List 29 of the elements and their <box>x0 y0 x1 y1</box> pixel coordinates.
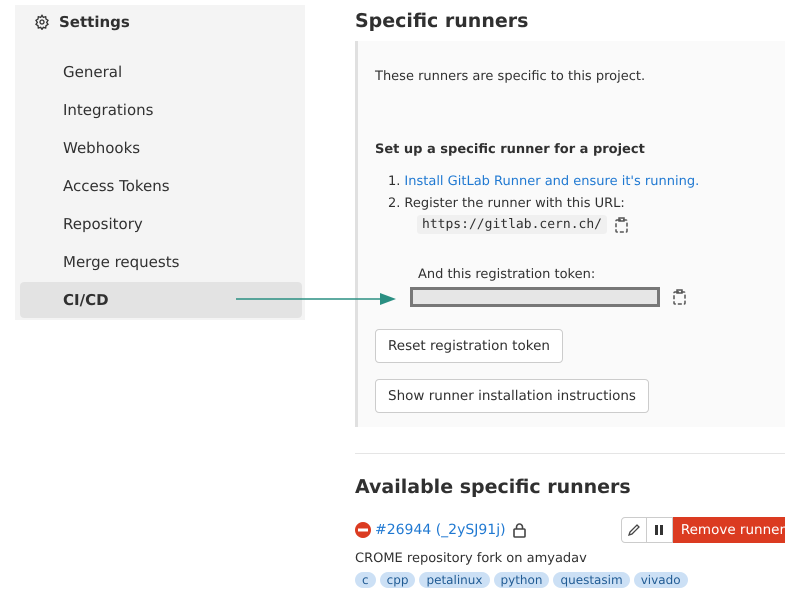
step-number: 1. <box>388 173 400 191</box>
sidebar-item[interactable]: General <box>20 54 302 90</box>
runner-link[interactable]: #26944 (_2ySJ91j) <box>375 522 506 538</box>
runner-tag: python <box>494 572 550 588</box>
section-title: Available specific runners <box>355 476 632 498</box>
sidebar-item[interactable]: Access Tokens <box>20 168 302 204</box>
step-number: 2. <box>388 195 400 213</box>
section-title: Specific runners <box>355 10 530 32</box>
action-button[interactable]: Reset registration token <box>375 329 563 363</box>
runner-url: https://gitlab.cern.ch/ <box>417 215 608 234</box>
runner-tag: petalinux <box>419 572 490 588</box>
sidebar-item[interactable]: Merge requests <box>20 244 302 280</box>
install-link[interactable]: Install GitLab Runner and ensure it's running. <box>404 171 700 193</box>
intro-text: These runners are specific to this project. <box>375 69 646 84</box>
setup-title: Set up a specific runner for a project <box>375 142 645 157</box>
sidebar-item[interactable]: Webhooks <box>20 130 302 166</box>
action-button[interactable]: Show runner installation instructions <box>375 379 649 413</box>
runner-description: CROME repository fork on amyadav <box>355 551 588 566</box>
step-text: Register the runner with this URL: <box>404 195 625 213</box>
sidebar-title: Settings <box>59 13 130 31</box>
runner-tag: c <box>355 572 376 588</box>
runner-tag: cpp <box>380 572 416 588</box>
remove-runner-button[interactable]: Remove runner <box>672 517 785 543</box>
sidebar-item[interactable]: CI/CD <box>20 282 302 318</box>
sidebar-item[interactable]: Repository <box>20 206 302 242</box>
runner-tag: questasim <box>553 572 630 588</box>
sidebar-item[interactable]: Integrations <box>20 92 302 128</box>
runner-tag: vivado <box>634 572 688 588</box>
token-label: And this registration token: <box>418 267 596 282</box>
